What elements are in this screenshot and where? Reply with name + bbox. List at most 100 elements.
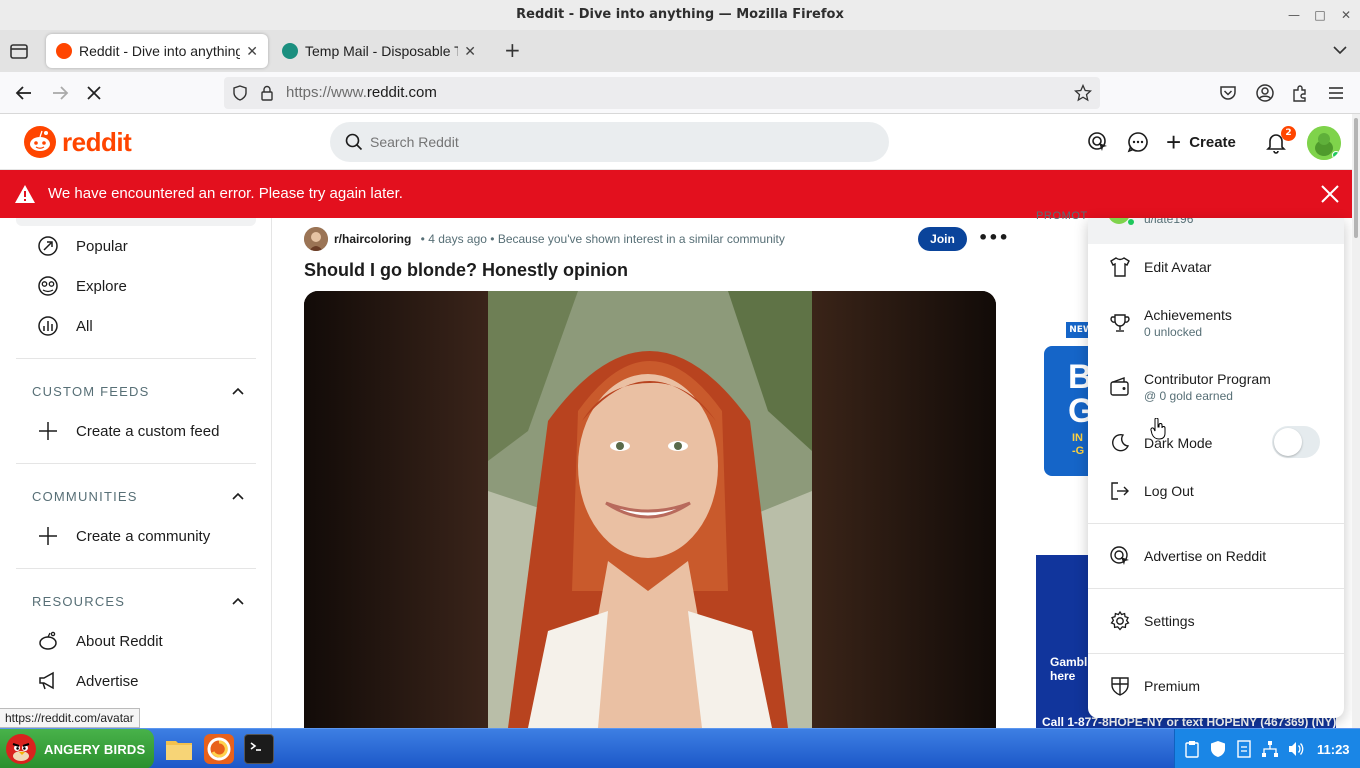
tracking-shield-icon[interactable] bbox=[232, 85, 248, 101]
search-icon bbox=[345, 133, 363, 151]
menu-item-premium[interactable]: Premium bbox=[1088, 662, 1344, 710]
lock-icon[interactable] bbox=[260, 85, 274, 101]
extensions-icon[interactable] bbox=[1290, 83, 1310, 103]
minimize-icon[interactable]: — bbox=[1288, 8, 1300, 22]
post-title[interactable]: Should I go blonde? Honestly opinion bbox=[304, 260, 628, 281]
close-tab-icon[interactable]: ✕ bbox=[246, 43, 258, 60]
forward-icon[interactable] bbox=[50, 83, 70, 103]
page-scrollbar[interactable] bbox=[1352, 114, 1360, 728]
subreddit-avatar[interactable] bbox=[304, 227, 328, 251]
search-input[interactable] bbox=[370, 122, 870, 162]
chat-icon[interactable] bbox=[1126, 130, 1150, 154]
view-profile-item[interactable]: u/late196 bbox=[1088, 218, 1344, 244]
join-button[interactable]: Join bbox=[918, 227, 967, 251]
sidebar-divider bbox=[16, 568, 256, 569]
security-shield-icon[interactable] bbox=[1209, 740, 1227, 758]
stop-loading-icon[interactable] bbox=[84, 83, 104, 103]
sidebar-divider bbox=[16, 358, 256, 359]
network-icon[interactable] bbox=[1261, 740, 1279, 758]
plus-icon: + bbox=[1166, 127, 1182, 157]
wallet-icon bbox=[1108, 375, 1132, 399]
tab-bar: Reddit - Dive into anything ✕ Temp Mail … bbox=[0, 30, 1360, 72]
terminal-icon[interactable] bbox=[244, 734, 274, 764]
firefox-icon[interactable] bbox=[204, 734, 234, 764]
moon-icon bbox=[1108, 431, 1132, 455]
menu-item-edit-avatar[interactable]: Edit Avatar bbox=[1088, 243, 1344, 291]
close-icon[interactable]: ✕ bbox=[1340, 8, 1352, 22]
close-icon[interactable] bbox=[1320, 184, 1340, 204]
custom-feeds-header[interactable]: CUSTOM FEEDS bbox=[32, 381, 244, 401]
recommendation-reason: Because you've shown interest in a simil… bbox=[497, 232, 785, 246]
create-community-item[interactable]: Create a community bbox=[16, 516, 256, 556]
chevron-up-icon bbox=[232, 387, 244, 395]
logout-icon bbox=[1108, 479, 1132, 503]
sidebar-home-item-edge[interactable] bbox=[16, 218, 256, 226]
menu-item-sublabel: 0 unlocked bbox=[1144, 325, 1203, 339]
meta-separator: • bbox=[486, 232, 498, 246]
clipboard-icon[interactable] bbox=[1183, 740, 1201, 758]
tempmail-icon bbox=[282, 43, 298, 59]
menu-item-label: Edit Avatar bbox=[1144, 259, 1212, 275]
sidebar-item-label: All bbox=[76, 317, 93, 335]
tab-list-icon[interactable] bbox=[8, 40, 30, 62]
status-link-preview: https://reddit.com/avatar bbox=[0, 708, 140, 728]
sidebar-item-about-reddit[interactable]: About Reddit bbox=[16, 621, 256, 661]
dark-mode-toggle[interactable] bbox=[1272, 426, 1320, 458]
tab-reddit[interactable]: Reddit - Dive into anything ✕ bbox=[46, 34, 268, 68]
more-options-icon[interactable]: ••• bbox=[978, 227, 1009, 251]
advertise-icon[interactable] bbox=[1086, 130, 1110, 154]
menu-item-achievements[interactable]: Achievements 0 unlocked bbox=[1088, 299, 1344, 347]
volume-icon[interactable] bbox=[1287, 740, 1305, 758]
menu-item-contributor-program[interactable]: Contributor Program @ 0 gold earned bbox=[1088, 363, 1344, 411]
new-tab-icon[interactable]: + bbox=[504, 40, 521, 60]
menu-item-label: Log Out bbox=[1144, 483, 1194, 499]
reddit-header: reddit + Create 2 bbox=[0, 114, 1352, 170]
advertise-icon bbox=[1108, 544, 1132, 568]
url-text[interactable]: https://www.reddit.com bbox=[286, 77, 437, 109]
scrollbar-thumb[interactable] bbox=[1354, 118, 1358, 238]
start-menu-button[interactable]: ANGERY BIRDS bbox=[0, 729, 154, 768]
subreddit-link[interactable]: r/haircoloring bbox=[334, 232, 411, 246]
post-image[interactable] bbox=[304, 291, 996, 728]
menu-hamburger-icon[interactable] bbox=[1326, 83, 1346, 103]
menu-item-log-out[interactable]: Log Out bbox=[1088, 467, 1344, 515]
menu-item-label: Contributor Program @ 0 gold earned bbox=[1144, 371, 1271, 403]
avatar bbox=[1108, 218, 1130, 224]
document-icon[interactable] bbox=[1235, 740, 1253, 758]
back-icon[interactable] bbox=[14, 83, 34, 103]
image-blur-right bbox=[812, 291, 996, 728]
url-bar[interactable]: https://www.reddit.com bbox=[224, 77, 1100, 109]
tab-label: Temp Mail - Disposable Tem bbox=[305, 43, 458, 59]
communities-header[interactable]: COMMUNITIES bbox=[32, 486, 244, 506]
create-custom-feed-item[interactable]: Create a custom feed bbox=[16, 411, 256, 451]
menu-item-advertise[interactable]: Advertise on Reddit bbox=[1088, 532, 1344, 580]
maximize-icon[interactable]: □ bbox=[1314, 8, 1326, 22]
warning-icon bbox=[15, 185, 35, 203]
avatar[interactable] bbox=[1307, 126, 1341, 160]
post-photo bbox=[488, 291, 812, 728]
ad-subtext: IN -G bbox=[1072, 432, 1085, 457]
search-bar[interactable] bbox=[330, 122, 889, 162]
reddit-home-link[interactable]: reddit bbox=[24, 126, 132, 158]
online-status-dot bbox=[1332, 151, 1340, 159]
file-manager-icon[interactable] bbox=[164, 734, 194, 764]
bookmark-star-icon[interactable] bbox=[1074, 84, 1092, 102]
sidebar-item-advertise[interactable]: Advertise bbox=[16, 661, 256, 701]
sidebar-item-label: Create a custom feed bbox=[76, 422, 220, 440]
chevron-down-icon[interactable] bbox=[1332, 42, 1348, 58]
post-meta: r/haircoloring • 4 days ago • Because yo… bbox=[304, 226, 998, 252]
close-tab-icon[interactable]: ✕ bbox=[464, 43, 476, 60]
menu-item-settings[interactable]: Settings bbox=[1088, 597, 1344, 645]
notification-badge: 2 bbox=[1281, 126, 1296, 141]
chevron-up-icon bbox=[232, 492, 244, 500]
tab-tempmail[interactable]: Temp Mail - Disposable Tem ✕ bbox=[272, 34, 486, 68]
create-button[interactable]: + Create bbox=[1166, 124, 1236, 160]
explore-icon bbox=[36, 274, 60, 298]
account-icon[interactable] bbox=[1255, 83, 1275, 103]
resources-header[interactable]: RESOURCES bbox=[32, 591, 244, 611]
sidebar-item-all[interactable]: All bbox=[16, 306, 256, 346]
sidebar-item-popular[interactable]: Popular bbox=[16, 226, 256, 266]
sidebar-item-explore[interactable]: Explore bbox=[16, 266, 256, 306]
image-blur-left bbox=[304, 291, 488, 728]
pocket-icon[interactable] bbox=[1218, 83, 1238, 103]
